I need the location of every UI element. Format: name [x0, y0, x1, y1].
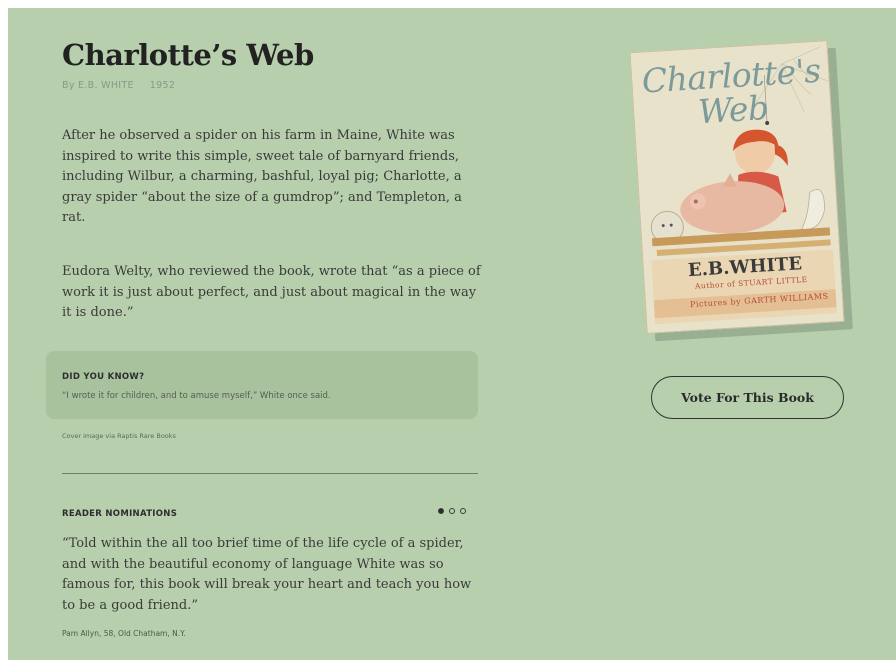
author-byline: By E.B. WHITE: [62, 80, 134, 91]
did-you-know-callout: DID YOU KNOW? “I wrote it for children, …: [46, 351, 478, 419]
vote-button[interactable]: Vote For This Book: [651, 376, 844, 419]
nominations-heading: READER NOMINATIONS: [62, 509, 178, 519]
did-you-know-text: “I wrote it for children, and to amuse m…: [62, 391, 331, 401]
nominator-name: Pam Allyn, 58, Old Chatham, N.Y.: [62, 629, 186, 638]
publication-year: 1952: [149, 80, 176, 91]
divider: [62, 473, 478, 474]
book-panel: Charlotte’s Web By E.B. WHITE 1952 After …: [8, 8, 896, 660]
carousel-dot-2[interactable]: [449, 508, 455, 514]
nomination-quote: “Told within the all too brief time of t…: [62, 536, 472, 613]
carousel-dots: [438, 508, 466, 514]
description-paragraph: After he observed a spider on his farm i…: [62, 128, 462, 225]
cover-face: Charlotte's Web E.B.WHITE Author of STUA…: [629, 40, 845, 334]
did-you-know-heading: DID YOU KNOW?: [62, 372, 145, 382]
byline: By E.B. WHITE 1952: [62, 80, 175, 91]
cover-credit: Cover image via Raptis Rare Books: [62, 432, 176, 440]
book-title: Charlotte’s Web: [62, 38, 314, 72]
book-cover-image: Charlotte's Web E.B.WHITE Author of STUA…: [629, 40, 853, 342]
description-paragraph: Eudora Welty, who reviewed the book, wro…: [62, 264, 481, 320]
carousel-dot-1[interactable]: [438, 508, 444, 514]
carousel-dot-3[interactable]: [460, 508, 466, 514]
cover-title: Charlotte's Web: [640, 50, 822, 132]
